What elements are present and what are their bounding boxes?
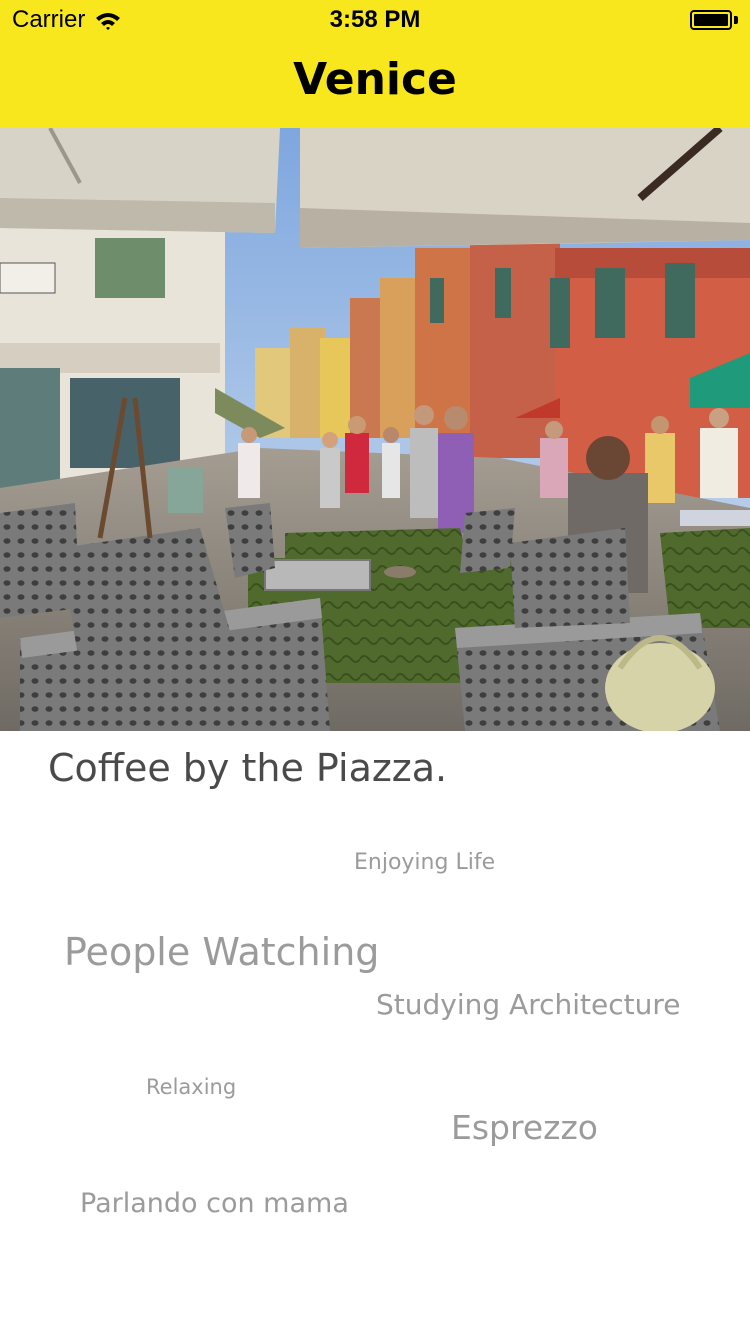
tag-esprezzo[interactable]: Esprezzo <box>451 1108 598 1147</box>
tag-studying-architecture[interactable]: Studying Architecture <box>376 988 680 1021</box>
screen: Carrier 3:58 PM Venice Coffee by the Pia… <box>0 0 750 1334</box>
hero-photo <box>0 128 750 731</box>
status-time: 3:58 PM <box>329 6 421 33</box>
photo-caption: Coffee by the Piazza. <box>48 746 448 790</box>
status-bar: Carrier 3:58 PM <box>0 0 750 40</box>
page-title: Venice <box>293 54 457 105</box>
cafe-street-photo <box>0 128 750 731</box>
navigation-bar: Carrier 3:58 PM Venice <box>0 0 750 128</box>
tag-parlando-con-mama[interactable]: Parlando con mama <box>80 1188 349 1219</box>
battery-icon <box>690 10 738 32</box>
tag-people-watching[interactable]: People Watching <box>64 930 379 974</box>
tag-relaxing[interactable]: Relaxing <box>146 1075 236 1099</box>
tag-enjoying-life[interactable]: Enjoying Life <box>354 850 495 875</box>
